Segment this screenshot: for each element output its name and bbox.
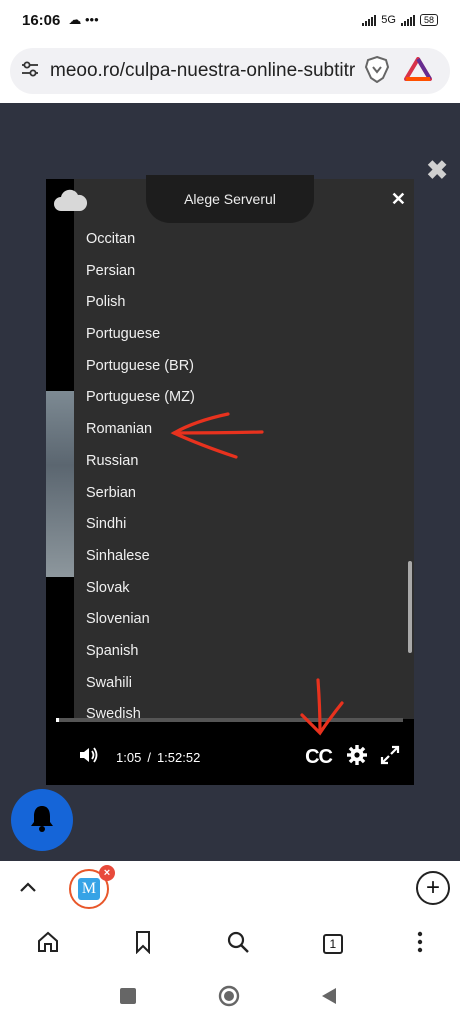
notification-bell-button[interactable] xyxy=(11,789,73,851)
volume-icon[interactable] xyxy=(78,745,100,770)
language-option[interactable]: Polish xyxy=(74,287,404,319)
new-tab-button[interactable]: + xyxy=(416,871,450,905)
gear-icon[interactable] xyxy=(346,744,368,771)
language-scrollbar[interactable] xyxy=(408,561,412,653)
progress-bar[interactable] xyxy=(56,718,403,722)
close-overlay-icon[interactable]: ✖ xyxy=(426,155,448,186)
cloud-icon xyxy=(52,187,88,218)
language-option[interactable]: Russian xyxy=(74,446,404,478)
close-tab-button[interactable]: × xyxy=(99,865,115,881)
bookmark-icon[interactable] xyxy=(133,930,153,959)
language-option[interactable]: Slovak xyxy=(74,573,404,605)
recent-apps-icon[interactable] xyxy=(120,988,136,1009)
open-tab-thumbnail[interactable]: M × xyxy=(69,865,115,909)
status-bar: 16:06 ☁ ••• 5G 58 xyxy=(0,0,460,40)
progress-fill xyxy=(56,718,60,722)
brave-rewards-icon[interactable] xyxy=(404,56,432,86)
menu-dots-icon[interactable] xyxy=(416,931,424,958)
brave-shields-icon[interactable] xyxy=(364,55,390,88)
site-settings-icon[interactable] xyxy=(20,59,40,84)
language-option[interactable]: Sinhalese xyxy=(74,541,404,573)
language-option[interactable]: Spanish xyxy=(74,636,404,668)
current-time: 1:05 xyxy=(116,749,142,765)
language-option[interactable]: Portuguese (MZ) xyxy=(74,382,404,414)
tab-switcher-button[interactable]: 1 xyxy=(322,934,343,954)
search-icon[interactable] xyxy=(226,930,250,959)
status-time: 16:06 xyxy=(22,11,61,29)
address-bar[interactable]: meoo.ro/culpa-nuestra-online-subtitra xyxy=(10,48,450,94)
captions-button[interactable]: CC xyxy=(305,746,333,769)
language-option[interactable]: Occitan xyxy=(74,224,404,256)
language-option[interactable]: Persian xyxy=(74,256,404,288)
time-separator: / xyxy=(147,749,151,765)
browser-bottom-nav: 1 xyxy=(0,919,460,969)
signal-icon xyxy=(362,14,377,26)
web-page-content: ✖ Occitan Persian Polish Portuguese Portugue… xyxy=(0,103,460,861)
home-system-icon[interactable] xyxy=(218,985,240,1012)
language-option[interactable]: Sindhi xyxy=(74,509,404,541)
language-option[interactable]: Serbian xyxy=(74,478,404,510)
system-navigation-bar xyxy=(0,969,460,1024)
language-option[interactable]: Slovenian xyxy=(74,604,404,636)
tab-favicon: M xyxy=(78,878,100,900)
language-list: Occitan Persian Polish Portuguese Portuguese… xyxy=(74,224,404,719)
language-option[interactable]: Romanian xyxy=(74,414,404,446)
language-option[interactable]: Swedish xyxy=(74,699,404,719)
video-player[interactable]: Occitan Persian Polish Portuguese Portuguese… xyxy=(46,175,414,785)
bell-icon xyxy=(28,803,56,838)
subtitle-language-menu[interactable]: Occitan Persian Polish Portuguese Portuguese… xyxy=(74,179,414,719)
status-notification-icons: ☁ ••• xyxy=(68,12,99,27)
fullscreen-icon[interactable] xyxy=(380,745,400,770)
close-menu-icon[interactable]: ✕ xyxy=(391,189,406,210)
network-type: 5G xyxy=(381,14,396,26)
chevron-up-icon[interactable] xyxy=(18,877,38,902)
video-frame xyxy=(46,391,76,577)
player-controls: 1:05 / 1:52:52 CC xyxy=(46,739,414,775)
total-time: 1:52:52 xyxy=(156,749,201,765)
url-text[interactable]: meoo.ro/culpa-nuestra-online-subtitra xyxy=(50,60,356,82)
signal-icon-2 xyxy=(400,14,415,26)
back-system-icon[interactable] xyxy=(320,986,338,1011)
home-icon[interactable] xyxy=(36,930,60,959)
status-right-icons: 5G 58 xyxy=(362,14,438,26)
server-selector-button[interactable]: Alege Serverul xyxy=(146,175,314,223)
language-option[interactable]: Portuguese (BR) xyxy=(74,351,404,383)
battery-icon: 58 xyxy=(419,14,438,26)
language-option[interactable]: Swahili xyxy=(74,668,404,700)
tab-strip: M × + xyxy=(0,861,460,919)
language-option[interactable]: Portuguese xyxy=(74,319,404,351)
